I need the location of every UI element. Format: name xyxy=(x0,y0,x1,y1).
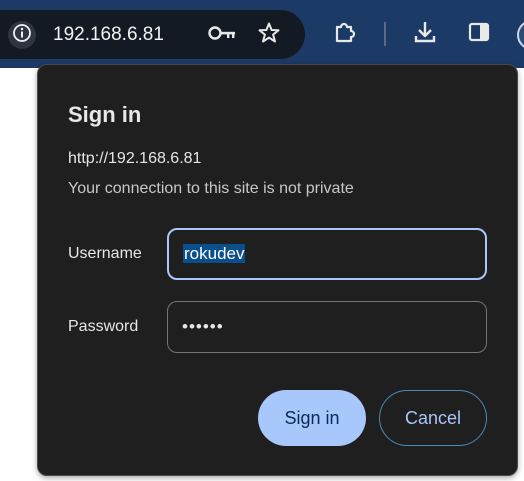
dialog-title: Sign in xyxy=(68,102,142,127)
address-bar[interactable]: 192.168.6.81 xyxy=(0,10,305,59)
bookmark-button[interactable] xyxy=(255,22,283,48)
side-panel-icon xyxy=(467,20,491,49)
privacy-warning: Your connection to this site is not priv… xyxy=(68,180,354,197)
info-icon xyxy=(12,23,32,48)
cancel-button[interactable]: Cancel xyxy=(379,390,487,446)
key-icon xyxy=(207,24,237,47)
password-manager-button[interactable] xyxy=(205,23,239,47)
site-info-button[interactable] xyxy=(8,21,36,49)
username-selected-text: rokudev xyxy=(183,244,246,263)
password-label: Password xyxy=(68,318,139,335)
sign-in-dialog: Sign in http://192.168.6.81 Your connect… xyxy=(37,64,518,476)
dialog-origin: http://192.168.6.81 xyxy=(68,150,202,167)
address-text[interactable]: 192.168.6.81 xyxy=(53,23,164,47)
username-field[interactable]: rokudev xyxy=(167,228,487,280)
password-field[interactable]: •••••• xyxy=(167,301,487,353)
download-icon xyxy=(412,19,438,50)
sign-in-button[interactable]: Sign in xyxy=(258,390,366,446)
password-value[interactable]: •••••• xyxy=(182,316,224,338)
username-label: Username xyxy=(68,245,142,262)
side-panel-button[interactable] xyxy=(464,20,494,48)
profile-avatar[interactable] xyxy=(517,20,524,50)
extensions-button[interactable] xyxy=(330,20,360,48)
browser-toolbar: 192.168.6.81 xyxy=(0,0,524,68)
puzzle-icon xyxy=(332,19,358,50)
downloads-button[interactable] xyxy=(410,20,440,48)
star-icon xyxy=(257,21,281,50)
toolbar-divider xyxy=(384,22,386,46)
username-value[interactable]: rokudev xyxy=(183,243,246,265)
